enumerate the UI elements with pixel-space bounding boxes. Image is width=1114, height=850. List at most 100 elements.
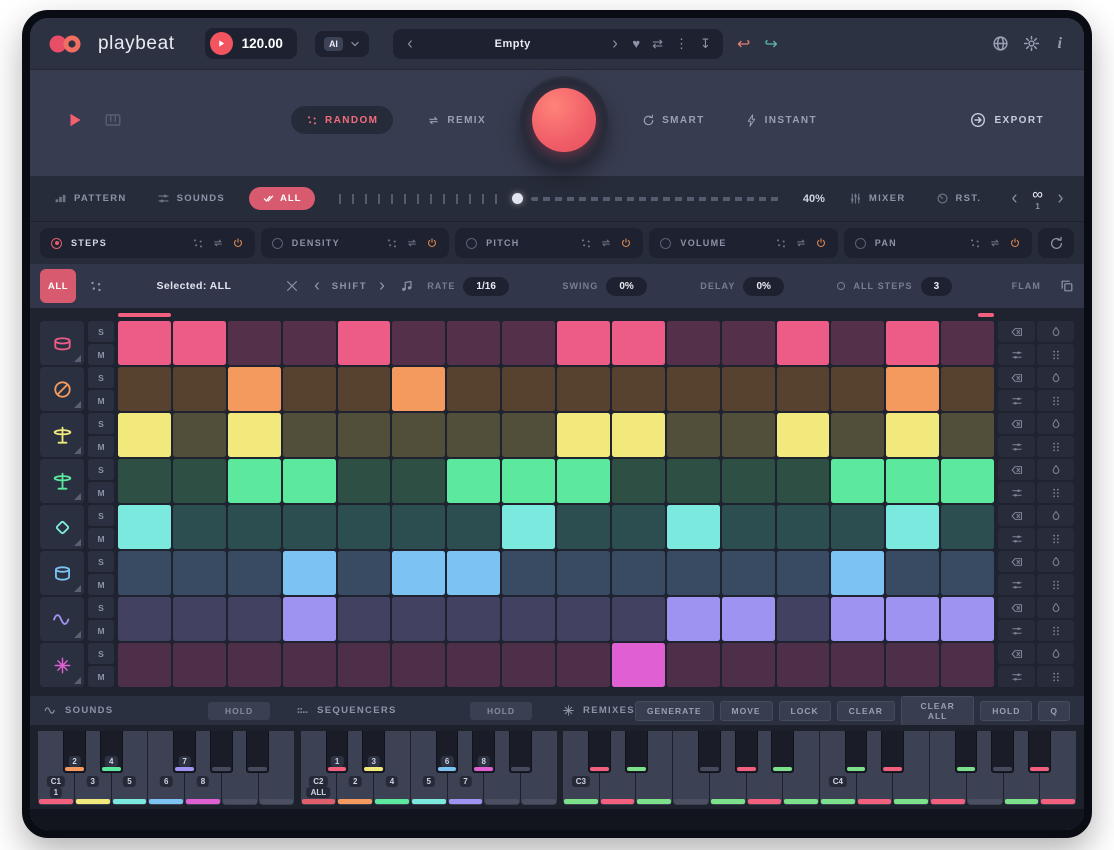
- step-cell[interactable]: [502, 597, 555, 641]
- redo-icon[interactable]: ↪: [764, 34, 777, 54]
- step-cell[interactable]: [283, 367, 336, 411]
- track-filter-button[interactable]: [998, 620, 1035, 641]
- smart-mode-button[interactable]: SMART: [636, 113, 711, 128]
- step-cell[interactable]: [118, 505, 171, 549]
- lock-button[interactable]: LOCK: [779, 701, 831, 721]
- step-cell[interactable]: [502, 459, 555, 503]
- copy-pattern-icon[interactable]: [1060, 279, 1074, 293]
- step-cell[interactable]: [118, 597, 171, 641]
- track-filter-button[interactable]: [998, 390, 1035, 411]
- step-cell[interactable]: [557, 321, 610, 365]
- step-cell[interactable]: [831, 321, 884, 365]
- step-cell[interactable]: [941, 321, 994, 365]
- step-cell[interactable]: [777, 367, 830, 411]
- move-button[interactable]: MOVE: [720, 701, 773, 721]
- step-cell[interactable]: [722, 413, 775, 457]
- q-button[interactable]: Q: [1038, 701, 1070, 721]
- step-cell[interactable]: [118, 459, 171, 503]
- step-cell[interactable]: [392, 459, 445, 503]
- step-cell[interactable]: [557, 413, 610, 457]
- step-cell[interactable]: [886, 413, 939, 457]
- humanize-button[interactable]: [1037, 643, 1074, 664]
- step-cell[interactable]: [612, 505, 665, 549]
- param-enable-radio[interactable]: [272, 238, 283, 249]
- track-drag-handle[interactable]: [1037, 528, 1074, 549]
- track-icon-cell[interactable]: [40, 321, 84, 365]
- step-cell[interactable]: [392, 367, 445, 411]
- step-cell[interactable]: [173, 459, 226, 503]
- step-cell[interactable]: [777, 505, 830, 549]
- erase-track-button[interactable]: [998, 551, 1035, 572]
- panel-density[interactable]: DENSITY: [261, 228, 449, 258]
- step-cell[interactable]: [228, 551, 281, 595]
- loop-next-icon[interactable]: [1055, 193, 1066, 204]
- shuffle-preset-icon[interactable]: ⇄: [652, 36, 663, 52]
- mute-button[interactable]: M: [88, 482, 114, 503]
- track-filter-button[interactable]: [998, 436, 1035, 457]
- step-cell[interactable]: [392, 505, 445, 549]
- track-icon-cell[interactable]: [40, 367, 84, 411]
- black-key[interactable]: [991, 731, 1014, 773]
- step-cell[interactable]: [118, 551, 171, 595]
- power-icon[interactable]: [232, 237, 244, 249]
- solo-button[interactable]: S: [88, 413, 114, 434]
- step-cell[interactable]: [722, 597, 775, 641]
- step-cell[interactable]: [612, 367, 665, 411]
- step-cell[interactable]: [667, 505, 720, 549]
- erase-track-button[interactable]: [998, 505, 1035, 526]
- step-cell[interactable]: [173, 321, 226, 365]
- step-cell[interactable]: [228, 367, 281, 411]
- reset-button[interactable]: RST.: [930, 191, 988, 206]
- step-cell[interactable]: [173, 413, 226, 457]
- step-cell[interactable]: [502, 505, 555, 549]
- settings-gear-icon[interactable]: [1023, 35, 1040, 52]
- humanize-button[interactable]: [1037, 367, 1074, 388]
- track-icon-cell[interactable]: [40, 413, 84, 457]
- undo-icon[interactable]: ↩: [737, 34, 750, 54]
- step-cell[interactable]: [447, 367, 500, 411]
- ai-dropdown[interactable]: AI: [315, 31, 369, 57]
- mute-button[interactable]: M: [88, 666, 114, 687]
- clear-all-button[interactable]: CLEAR ALL: [901, 696, 974, 726]
- step-cell[interactable]: [886, 643, 939, 687]
- track-icon-cell[interactable]: [40, 597, 84, 641]
- black-key[interactable]: 3: [362, 731, 385, 773]
- step-cell[interactable]: [447, 597, 500, 641]
- step-cell[interactable]: [118, 367, 171, 411]
- step-cell[interactable]: [557, 643, 610, 687]
- step-cell[interactable]: [941, 551, 994, 595]
- step-cell[interactable]: [831, 459, 884, 503]
- loop-mode[interactable]: ∞ 1: [1032, 187, 1043, 211]
- step-cell[interactable]: [831, 597, 884, 641]
- loop-prev-icon[interactable]: [1009, 193, 1020, 204]
- solo-button[interactable]: S: [88, 643, 114, 664]
- step-cell[interactable]: [338, 459, 391, 503]
- hold-sequencers-button[interactable]: HOLD: [470, 702, 532, 720]
- power-icon[interactable]: [426, 237, 438, 249]
- solo-button[interactable]: S: [88, 505, 114, 526]
- step-cell[interactable]: [886, 597, 939, 641]
- note-value-icon[interactable]: [400, 279, 414, 293]
- track-drag-handle[interactable]: [1037, 574, 1074, 595]
- resize-corner-icon[interactable]: [74, 677, 81, 684]
- black-key[interactable]: [509, 731, 532, 773]
- step-cell[interactable]: [502, 413, 555, 457]
- step-cell[interactable]: [173, 643, 226, 687]
- black-key[interactable]: [955, 731, 978, 773]
- step-cell[interactable]: [447, 551, 500, 595]
- step-cell[interactable]: [283, 321, 336, 365]
- random-mode-button[interactable]: RANDOM: [291, 106, 393, 134]
- step-cell[interactable]: [338, 643, 391, 687]
- erase-track-button[interactable]: [998, 367, 1035, 388]
- step-cell[interactable]: [447, 321, 500, 365]
- step-cell[interactable]: [667, 597, 720, 641]
- step-cell[interactable]: [831, 505, 884, 549]
- mute-button[interactable]: M: [88, 436, 114, 457]
- step-cell[interactable]: [831, 367, 884, 411]
- step-cell[interactable]: [722, 459, 775, 503]
- panel-steps[interactable]: STEPS: [40, 228, 255, 258]
- humanize-button[interactable]: [1037, 459, 1074, 480]
- step-cell[interactable]: [722, 505, 775, 549]
- hold-button[interactable]: HOLD: [980, 701, 1032, 721]
- step-cell[interactable]: [667, 367, 720, 411]
